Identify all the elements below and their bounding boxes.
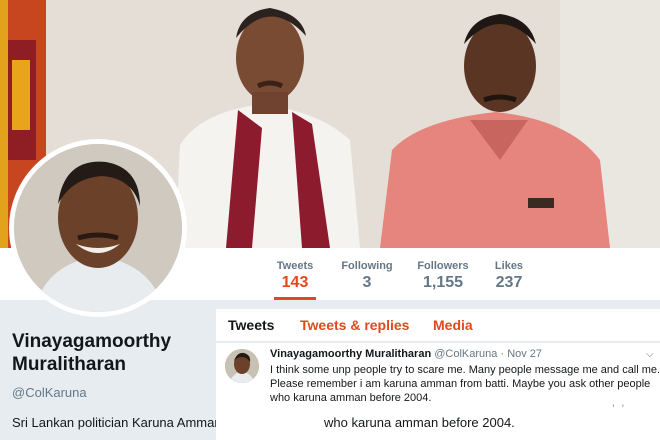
display-name-line2: Muralitharan <box>12 354 127 375</box>
tab-tweets-replies[interactable]: Tweets & replies <box>300 317 409 333</box>
tab-tweets[interactable]: Tweets <box>228 317 274 333</box>
stat-value: 3 <box>362 274 372 291</box>
stat-followers[interactable]: Followers 1,155 <box>414 248 472 300</box>
tweet-text-line: I think some unp people try to scare me.… <box>270 364 660 376</box>
tweet-date[interactable]: Nov 27 <box>507 348 542 360</box>
overflow-fragment: ’ ’ <box>612 402 627 416</box>
profile-display-name[interactable]: Vinayagamoorthy Muralitharan <box>12 330 212 376</box>
stat-likes[interactable]: Likes 237 <box>490 248 528 300</box>
stat-value: 1,155 <box>422 274 464 291</box>
avatar-photo <box>14 144 182 312</box>
display-name-line1: Vinayagamoorthy <box>12 331 172 352</box>
tweet-separator: · <box>500 348 505 360</box>
tweet-author-name[interactable]: Vinayagamoorthy Muralitharan <box>270 348 431 360</box>
stat-label: Following <box>341 260 393 272</box>
tweet-text-line: who karuna amman before 2004. <box>270 392 432 404</box>
tweet-author-handle[interactable]: @ColKaruna <box>434 348 497 360</box>
tweet-card[interactable]: Vinayagamoorthy Muralitharan @ColKaruna … <box>216 342 660 411</box>
stat-value: 237 <box>495 274 523 291</box>
tweet-text: I think some unp people try to scare me.… <box>270 363 660 405</box>
profile-bio: Sri Lankan politician Karuna Amman <box>12 415 222 430</box>
stat-label: Tweets <box>276 260 314 272</box>
timeline-tabs: Tweets Tweets & replies Media <box>216 309 660 341</box>
tab-media[interactable]: Media <box>433 317 473 333</box>
chevron-down-icon[interactable]: ⌵ <box>646 349 654 360</box>
stat-tweets[interactable]: Tweets 143 <box>274 248 316 300</box>
profile-avatar[interactable] <box>9 139 187 317</box>
tweet-text-line: Please remember i am karuna amman from b… <box>270 378 651 390</box>
tweet-text-overflow: who karuna amman before 2004. <box>324 415 515 430</box>
stat-value: 143 <box>281 274 309 291</box>
profile-handle[interactable]: @ColKaruna <box>12 385 87 400</box>
stat-label: Followers <box>417 260 469 272</box>
tweet-avatar[interactable] <box>225 349 259 383</box>
tweet-avatar-photo <box>225 349 259 383</box>
stat-label: Likes <box>494 260 524 272</box>
stat-following[interactable]: Following 3 <box>338 248 396 300</box>
tweet-header: Vinayagamoorthy Muralitharan @ColKaruna … <box>270 348 542 360</box>
